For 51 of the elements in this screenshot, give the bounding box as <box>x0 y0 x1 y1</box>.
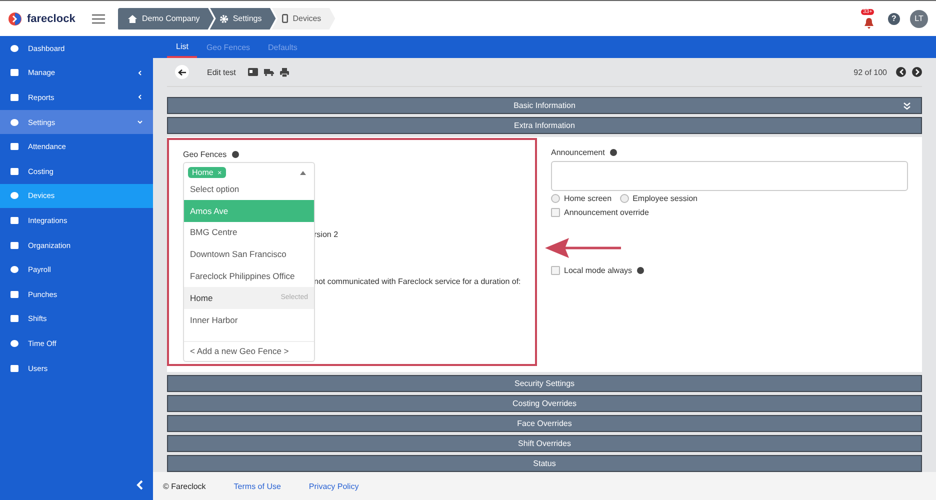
truck-icon[interactable] <box>264 68 274 76</box>
radio-option[interactable]: Home screen <box>551 194 612 203</box>
section-header[interactable]: Status <box>167 455 922 472</box>
breadcrumb-item[interactable]: Devices <box>272 8 336 30</box>
copyright-text: © Fareclock <box>163 482 206 490</box>
section-header[interactable]: Security Settings <box>167 375 922 392</box>
double-chevron-icon <box>903 102 911 110</box>
tab[interactable]: List <box>167 36 198 58</box>
section-header[interactable]: Basic Information <box>167 97 922 114</box>
menu-icon[interactable] <box>92 14 105 24</box>
logo-text: fareclock <box>27 12 76 24</box>
page-title: Edit test <box>207 68 236 76</box>
local-mode-checkbox[interactable]: Local mode always <box>551 266 632 275</box>
back-button[interactable] <box>175 65 189 79</box>
id-card-icon[interactable] <box>248 68 258 76</box>
field-label: Geo Fences <box>183 150 227 158</box>
section-header[interactable]: Shift Overrides <box>167 435 922 452</box>
caret-icon <box>300 170 306 174</box>
back-arrow-icon <box>178 68 186 76</box>
section-header[interactable]: Face Overrides <box>167 415 922 432</box>
next-button[interactable] <box>912 67 922 77</box>
dropdown-option[interactable]: BMG Centre <box>184 222 314 244</box>
dropdown-option[interactable]: Downtown San Francisco <box>184 243 314 266</box>
chevron-icon <box>137 70 143 76</box>
section-header[interactable]: Extra Information <box>167 117 922 134</box>
breadcrumb-item[interactable]: Settings <box>210 8 276 30</box>
chevron-icon <box>137 94 143 100</box>
announcement-field[interactable] <box>551 161 908 191</box>
printer-icon[interactable] <box>280 68 289 76</box>
previous-button[interactable] <box>896 67 906 77</box>
dropdown-option[interactable]: Fareclock Philippines Office <box>184 265 314 287</box>
footer-link[interactable]: Privacy Policy <box>308 482 359 490</box>
dropdown-option[interactable]: Select option <box>184 178 314 200</box>
breadcrumb-item[interactable]: Demo Company <box>118 8 214 30</box>
section-header[interactable]: Costing Overrides <box>167 395 922 412</box>
chevron-left-icon <box>898 69 904 75</box>
chevron-icon <box>137 119 143 126</box>
dropdown-option[interactable]: Inner Harbor <box>184 308 314 331</box>
radio-option[interactable]: Employee session <box>620 194 698 203</box>
user-avatar[interactable]: LT <box>910 10 928 28</box>
footer-link[interactable]: Terms of Use <box>234 482 281 490</box>
pager-text: 92 of 100 <box>854 68 887 76</box>
add-option[interactable]: < Add a new Geo Fence > <box>184 340 314 361</box>
announcement-override-checkbox[interactable]: Announcement override <box>551 208 908 217</box>
field-label: Announcement <box>551 148 605 156</box>
logo-icon <box>8 12 22 26</box>
chevron-right-icon <box>914 69 920 75</box>
help-button[interactable]: ? <box>888 12 900 24</box>
collapse-icon[interactable] <box>136 480 143 490</box>
bell-icon <box>863 16 875 28</box>
home-icon <box>128 14 137 22</box>
